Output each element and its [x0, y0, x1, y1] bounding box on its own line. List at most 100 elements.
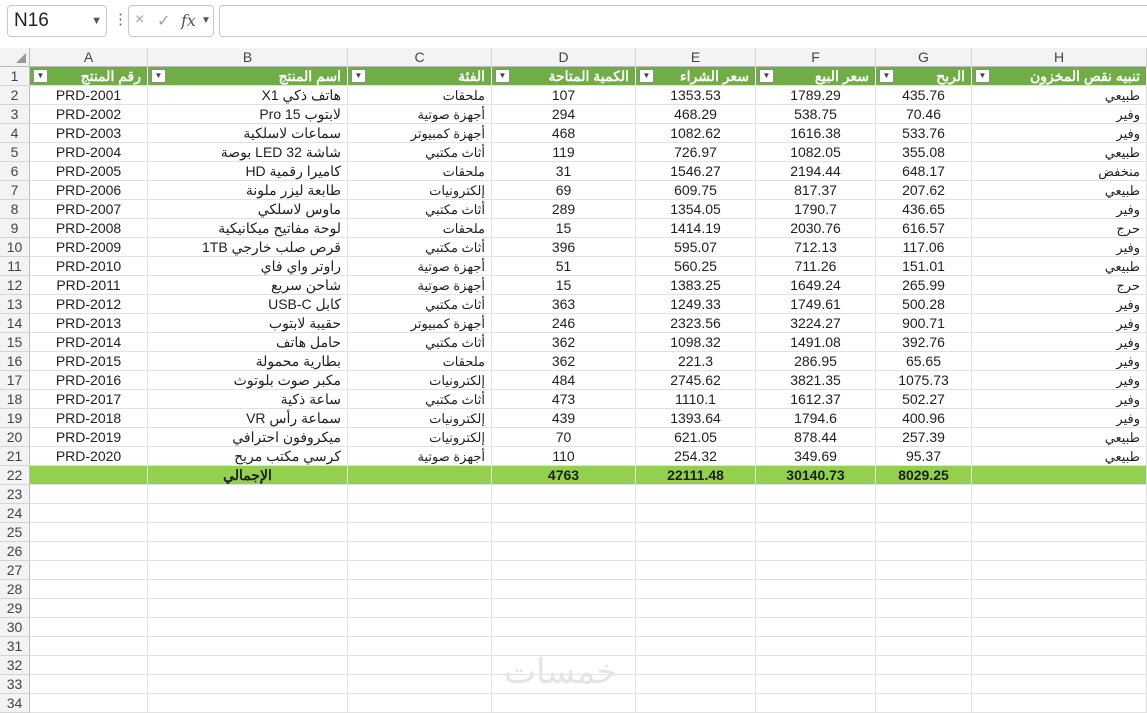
- empty-cell[interactable]: [148, 580, 348, 599]
- empty-cell[interactable]: [148, 561, 348, 580]
- cell-purchase-price[interactable]: 1546.27: [636, 162, 756, 181]
- empty-cell[interactable]: [756, 656, 876, 675]
- empty-cell[interactable]: [876, 561, 972, 580]
- row-header[interactable]: 12: [0, 276, 30, 295]
- cell-quantity[interactable]: 396: [492, 238, 636, 257]
- empty-cell[interactable]: [348, 656, 492, 675]
- empty-cell[interactable]: [148, 637, 348, 656]
- empty-cell[interactable]: [756, 485, 876, 504]
- cell-category[interactable]: إلكترونيات: [348, 371, 492, 390]
- cell-profit[interactable]: 436.65: [876, 200, 972, 219]
- empty-cell[interactable]: [348, 694, 492, 713]
- row-header[interactable]: 34: [0, 694, 30, 713]
- cell-product-id[interactable]: PRD-2014: [30, 333, 148, 352]
- empty-cell[interactable]: [972, 637, 1147, 656]
- cell-profit[interactable]: 207.62: [876, 181, 972, 200]
- cell-purchase-price[interactable]: 1414.19: [636, 219, 756, 238]
- empty-cell[interactable]: [876, 485, 972, 504]
- filter-dropdown-icon[interactable]: ▼: [759, 69, 774, 83]
- cell-product-name[interactable]: راوتر واي فاي: [148, 257, 348, 276]
- empty-cell[interactable]: [756, 542, 876, 561]
- empty-cell[interactable]: [348, 523, 492, 542]
- table-header-purchase-price[interactable]: سعر الشراء ▼: [636, 67, 756, 86]
- empty-cell[interactable]: [756, 580, 876, 599]
- cell-stock-alert[interactable]: وفير: [972, 390, 1147, 409]
- empty-cell[interactable]: [876, 656, 972, 675]
- cell-quantity[interactable]: 69: [492, 181, 636, 200]
- table-header-profit[interactable]: الربح ▼: [876, 67, 972, 86]
- empty-cell[interactable]: [30, 637, 148, 656]
- table-header-product-name[interactable]: اسم المنتج ▼: [148, 67, 348, 86]
- row-header[interactable]: 25: [0, 523, 30, 542]
- empty-cell[interactable]: [636, 561, 756, 580]
- cell-product-name[interactable]: شاحن سريع: [148, 276, 348, 295]
- cell-category[interactable]: أثاث مكتبي: [348, 295, 492, 314]
- column-header-G[interactable]: G: [876, 48, 972, 67]
- empty-cell[interactable]: [148, 694, 348, 713]
- cell-product-name[interactable]: كابل USB-C: [148, 295, 348, 314]
- empty-cell[interactable]: [492, 504, 636, 523]
- column-header-C[interactable]: C: [348, 48, 492, 67]
- empty-cell[interactable]: [756, 637, 876, 656]
- filter-dropdown-icon[interactable]: ▼: [33, 69, 48, 83]
- enter-icon[interactable]: ✓: [157, 11, 170, 31]
- empty-cell[interactable]: [636, 485, 756, 504]
- function-icon[interactable]: fx: [181, 11, 196, 30]
- cell-purchase-price[interactable]: 1110.1: [636, 390, 756, 409]
- row-header[interactable]: 30: [0, 618, 30, 637]
- empty-cell[interactable]: [492, 618, 636, 637]
- cell-profit[interactable]: 500.28: [876, 295, 972, 314]
- cell-sale-price[interactable]: 1790.7: [756, 200, 876, 219]
- cell-quantity[interactable]: 473: [492, 390, 636, 409]
- empty-cell[interactable]: [492, 485, 636, 504]
- cell-quantity[interactable]: 362: [492, 352, 636, 371]
- select-all-button[interactable]: [0, 48, 30, 67]
- cell-product-id[interactable]: PRD-2013: [30, 314, 148, 333]
- cell-profit[interactable]: 117.06: [876, 238, 972, 257]
- table-header-quantity[interactable]: الكمية المتاحة ▼: [492, 67, 636, 86]
- cell-category[interactable]: ملحقات: [348, 352, 492, 371]
- cell-product-name[interactable]: طابعة ليزر ملونة: [148, 181, 348, 200]
- cell-category[interactable]: أثاث مكتبي: [348, 238, 492, 257]
- cell-product-id[interactable]: PRD-2006: [30, 181, 148, 200]
- empty-cell[interactable]: [148, 618, 348, 637]
- cell-stock-alert[interactable]: طبيعي: [972, 257, 1147, 276]
- cell-quantity[interactable]: 468: [492, 124, 636, 143]
- cell-quantity[interactable]: 15: [492, 276, 636, 295]
- cell-purchase-price[interactable]: 1082.62: [636, 124, 756, 143]
- empty-cell[interactable]: [756, 599, 876, 618]
- cell-product-id[interactable]: PRD-2010: [30, 257, 148, 276]
- empty-cell[interactable]: [636, 580, 756, 599]
- cell-stock-alert[interactable]: وفير: [972, 105, 1147, 124]
- chevron-down-icon[interactable]: ▼: [201, 15, 211, 26]
- empty-cell[interactable]: [30, 542, 148, 561]
- column-header-E[interactable]: E: [636, 48, 756, 67]
- cell-profit[interactable]: 502.27: [876, 390, 972, 409]
- empty-cell[interactable]: [348, 675, 492, 694]
- row-header[interactable]: 21: [0, 447, 30, 466]
- empty-cell[interactable]: [636, 656, 756, 675]
- cell-product-id[interactable]: PRD-2018: [30, 409, 148, 428]
- row-header[interactable]: 14: [0, 314, 30, 333]
- row-header[interactable]: 20: [0, 428, 30, 447]
- filter-dropdown-icon[interactable]: ▼: [151, 69, 166, 83]
- row-header[interactable]: 8: [0, 200, 30, 219]
- cell-purchase-price[interactable]: 595.07: [636, 238, 756, 257]
- row-header[interactable]: 9: [0, 219, 30, 238]
- row-header[interactable]: 4: [0, 124, 30, 143]
- filter-dropdown-icon[interactable]: ▼: [495, 69, 510, 83]
- cell-sale-price[interactable]: 1612.37: [756, 390, 876, 409]
- row-header[interactable]: 16: [0, 352, 30, 371]
- cell-quantity[interactable]: 289: [492, 200, 636, 219]
- empty-cell[interactable]: [30, 561, 148, 580]
- cell-stock-alert[interactable]: حرج: [972, 219, 1147, 238]
- cell-product-id[interactable]: PRD-2009: [30, 238, 148, 257]
- cell-category[interactable]: أثاث مكتبي: [348, 143, 492, 162]
- cell-product-name[interactable]: قرص صلب خارجي 1TB: [148, 238, 348, 257]
- empty-cell[interactable]: [148, 542, 348, 561]
- row-header[interactable]: 19: [0, 409, 30, 428]
- cell-sale-price[interactable]: 1789.29: [756, 86, 876, 105]
- cell-quantity[interactable]: 439: [492, 409, 636, 428]
- cell-purchase-price[interactable]: 1354.05: [636, 200, 756, 219]
- more-options-icon[interactable]: ⋮: [113, 10, 128, 28]
